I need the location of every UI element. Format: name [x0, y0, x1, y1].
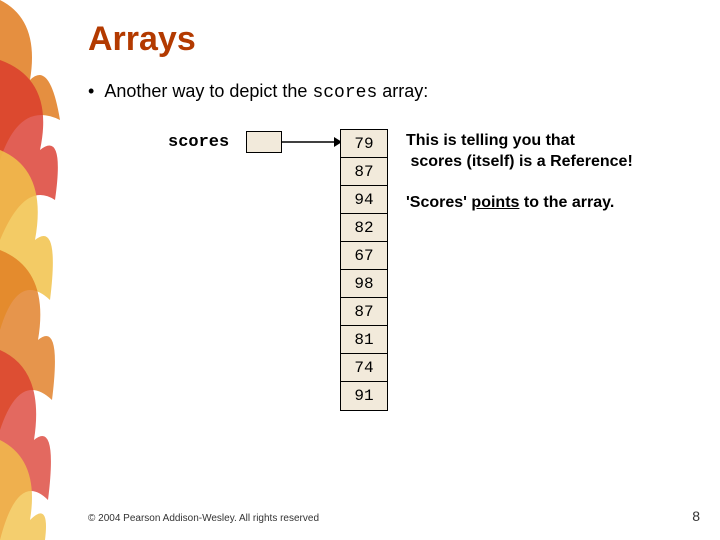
array-cell: 82: [341, 214, 387, 242]
note1-line1: This is telling you that: [406, 132, 575, 149]
note2-suffix: to the array.: [519, 194, 614, 211]
array-cell: 81: [341, 326, 387, 354]
array-cell: 91: [341, 382, 387, 410]
bullet-suffix: array:: [377, 81, 428, 101]
arrow-icon: [282, 135, 342, 149]
copyright-footer: © 2004 Pearson Addison-Wesley. All right…: [88, 513, 319, 524]
bullet-prefix: Another way to depict the: [104, 81, 312, 101]
page-number: 8: [692, 508, 700, 524]
annotation-reference: This is telling you that scores (itself)…: [406, 131, 720, 173]
note2-underlined: points: [471, 194, 519, 211]
array-cell: 87: [341, 298, 387, 326]
array-column: 79 87 94 82 67 98 87 81 74 91: [340, 129, 388, 411]
bullet-code: scores: [312, 83, 377, 103]
array-cell: 98: [341, 270, 387, 298]
array-cell: 87: [341, 158, 387, 186]
variable-label: scores: [168, 133, 229, 152]
note1-line2: scores (itself) is a Reference!: [410, 153, 632, 170]
array-cell: 79: [341, 130, 387, 158]
reference-box: [246, 131, 282, 153]
bullet-marker: •: [88, 81, 94, 102]
bullet-text: Another way to depict the scores array:: [104, 81, 428, 103]
array-cell: 94: [341, 186, 387, 214]
array-cell: 67: [341, 242, 387, 270]
annotation-points: 'Scores' points to the array.: [406, 193, 720, 214]
array-diagram: scores 79 87 94 82 67 98 87 81 74 91 Thi…: [88, 129, 700, 439]
note2-prefix: 'Scores': [406, 194, 471, 211]
bullet-line: • Another way to depict the scores array…: [88, 81, 700, 103]
array-cell: 74: [341, 354, 387, 382]
page-title: Arrays: [88, 20, 700, 59]
